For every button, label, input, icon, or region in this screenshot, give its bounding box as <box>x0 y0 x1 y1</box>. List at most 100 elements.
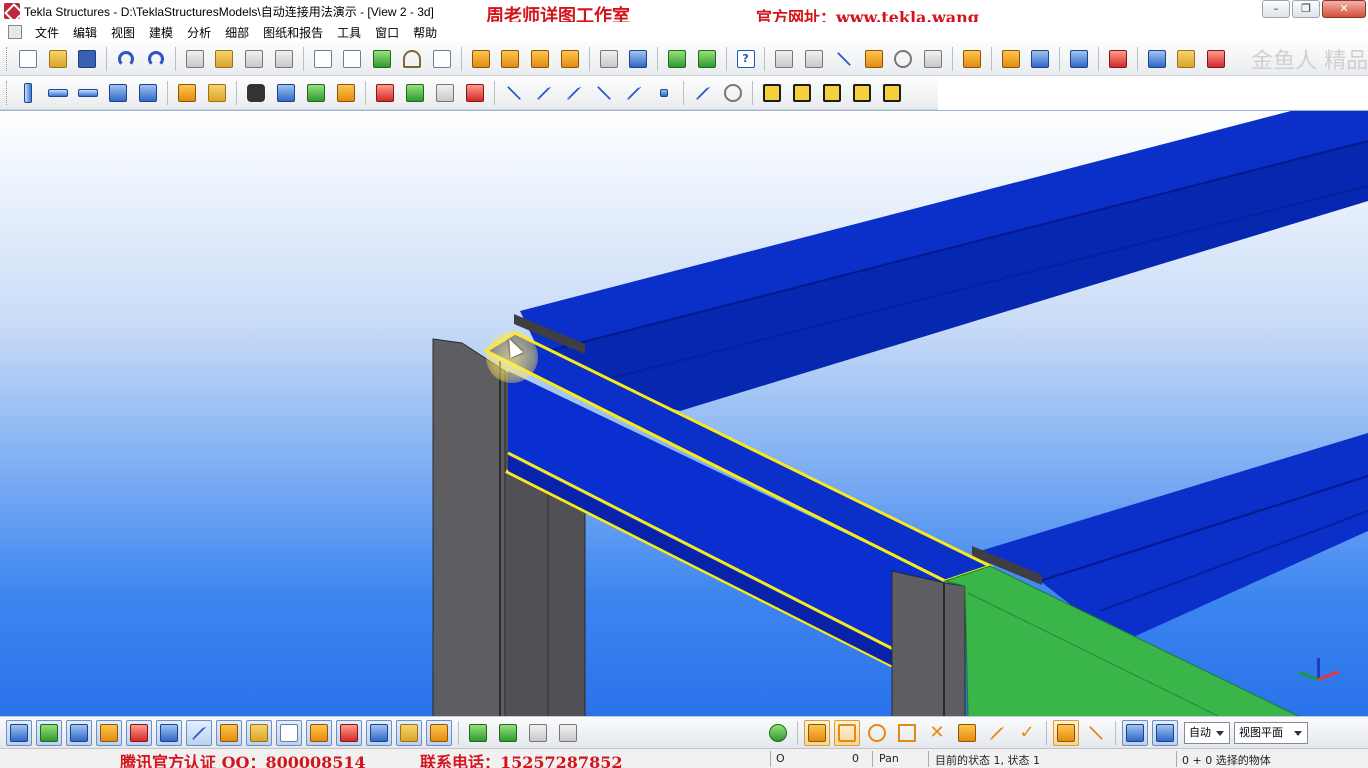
select-curve-button[interactable] <box>366 719 392 746</box>
rebar-button[interactable] <box>372 80 398 106</box>
select-weld-button[interactable] <box>186 719 212 746</box>
create-column-button[interactable] <box>15 80 41 106</box>
snap-line-ext-button[interactable] <box>984 720 1010 746</box>
move-button[interactable] <box>596 46 622 72</box>
snap-center-button[interactable] <box>864 720 890 746</box>
cut-tool-button[interactable] <box>399 46 425 72</box>
help-query-button[interactable]: ? <box>733 46 759 72</box>
snap-end-button[interactable] <box>834 719 860 746</box>
toolbar-grip-2[interactable] <box>6 80 9 105</box>
select-rebar2-button[interactable] <box>495 720 521 746</box>
cross2-button[interactable] <box>621 80 647 106</box>
snap-x-button[interactable]: ✕ <box>924 720 950 746</box>
pin-button[interactable] <box>959 46 985 72</box>
t-beam-button[interactable] <box>273 80 299 106</box>
menu-analysis[interactable]: 分析 <box>180 24 218 41</box>
select-plane-button[interactable] <box>396 719 422 746</box>
point-button[interactable] <box>651 80 677 106</box>
copy-dim-button[interactable] <box>462 80 488 106</box>
toolbar-grip[interactable] <box>6 46 9 71</box>
tools-button[interactable] <box>1203 46 1229 72</box>
new-button[interactable] <box>15 46 41 72</box>
forward-button[interactable] <box>1144 46 1170 72</box>
move2-button[interactable] <box>625 46 651 72</box>
left-column[interactable] <box>432 338 506 716</box>
print-button[interactable] <box>241 46 267 72</box>
frame-button[interactable] <box>920 46 946 72</box>
menu-edit[interactable]: 编辑 <box>66 24 104 41</box>
view2-button[interactable] <box>340 46 366 72</box>
document-menu-icon[interactable] <box>8 25 22 39</box>
select-component-button[interactable] <box>216 719 242 746</box>
assembly-button[interactable] <box>1028 46 1054 72</box>
select-part-button[interactable] <box>36 719 62 746</box>
snap-3d-button[interactable] <box>1152 719 1178 746</box>
view-button[interactable] <box>310 46 336 72</box>
select-area-button[interactable] <box>429 46 455 72</box>
select-view-button[interactable] <box>276 719 302 746</box>
tekla-app-icon[interactable] <box>4 3 20 19</box>
menu-view[interactable]: 视图 <box>104 24 142 41</box>
stack-button[interactable] <box>998 46 1024 72</box>
select-assembly-button[interactable] <box>156 719 182 746</box>
green-box2-button[interactable] <box>694 46 720 72</box>
undo-button[interactable] <box>113 46 139 72</box>
parallel-button[interactable] <box>561 80 587 106</box>
create-bolt-button[interactable] <box>174 80 200 106</box>
menu-detailing[interactable]: 细部 <box>218 24 256 41</box>
orange-frame-button[interactable] <box>557 46 583 72</box>
orange-copy-button[interactable] <box>497 46 523 72</box>
save-button[interactable] <box>75 46 101 72</box>
snap-triangle-button[interactable] <box>894 720 920 746</box>
select-object-button[interactable] <box>66 719 92 746</box>
create-curved-beam-button[interactable] <box>105 80 131 106</box>
select-grid2-button[interactable] <box>525 720 551 746</box>
model-view-3d[interactable] <box>0 110 1368 716</box>
snap-ref-button[interactable] <box>804 719 830 746</box>
right-column[interactable] <box>891 570 966 716</box>
restore-button[interactable]: ❐ <box>1292 0 1320 18</box>
ibeam4-button[interactable] <box>849 80 875 106</box>
circle-button[interactable] <box>720 80 746 106</box>
menu-tools[interactable]: 工具 <box>330 24 368 41</box>
ibeam2-button[interactable] <box>789 80 815 106</box>
create-beam-button[interactable] <box>45 80 71 106</box>
orange-move-button[interactable] <box>527 46 553 72</box>
orange-box-button[interactable] <box>468 46 494 72</box>
snap-globe-button[interactable] <box>765 720 791 746</box>
ibeam3-button[interactable] <box>819 80 845 106</box>
select-all-button[interactable] <box>6 719 32 746</box>
angle2-button[interactable] <box>861 46 887 72</box>
angle-button[interactable] <box>831 46 857 72</box>
select-bolt-button[interactable] <box>246 719 272 746</box>
part-cut-button[interactable] <box>402 80 428 106</box>
clash-check-button[interactable] <box>271 46 297 72</box>
menu-drawings-reports[interactable]: 图纸和报告 <box>256 24 330 41</box>
menu-file[interactable]: 文件 <box>28 24 66 41</box>
work-plane-select[interactable]: 视图平面 <box>1234 721 1308 744</box>
ibeam5-button[interactable] <box>879 80 905 106</box>
inquire-button[interactable] <box>243 80 269 106</box>
select-grid3-button[interactable] <box>555 720 581 746</box>
menu-window[interactable]: 窗口 <box>368 24 406 41</box>
select-cut-button[interactable] <box>306 719 332 746</box>
slash-button[interactable] <box>690 80 716 106</box>
select-rebar-button[interactable] <box>465 720 491 746</box>
dimension-button[interactable] <box>771 46 797 72</box>
arc-button[interactable] <box>891 46 917 72</box>
snap-arrow-button[interactable] <box>1083 720 1109 746</box>
menu-help[interactable]: 帮助 <box>406 24 444 41</box>
green-box-button[interactable] <box>664 46 690 72</box>
dashed-line-button[interactable] <box>531 80 557 106</box>
snap-plane-button[interactable] <box>1122 719 1148 746</box>
ibeam-button[interactable] <box>759 80 785 106</box>
paste-button[interactable] <box>212 46 238 72</box>
create-weld-button[interactable] <box>204 80 230 106</box>
open-button[interactable] <box>45 46 71 72</box>
fit-button[interactable] <box>432 80 458 106</box>
select-grid-button[interactable] <box>126 719 152 746</box>
minimize-button[interactable]: – <box>1262 0 1290 18</box>
dimension2-button[interactable] <box>801 46 827 72</box>
redo-button[interactable] <box>143 46 169 72</box>
cross-button[interactable] <box>591 80 617 106</box>
